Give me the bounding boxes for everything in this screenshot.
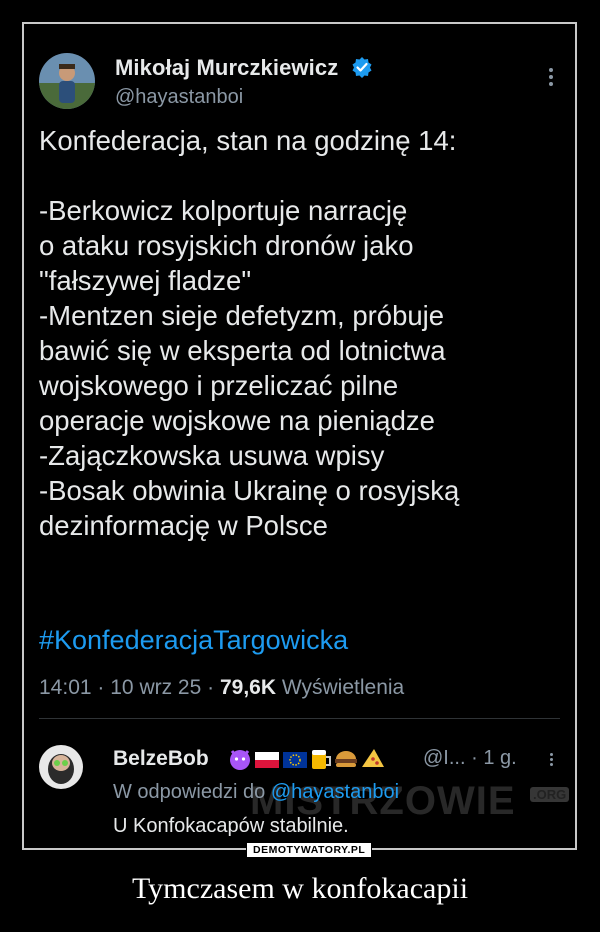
eu-flag-icon bbox=[283, 752, 307, 768]
tweet-screenshot: Mikołaj Murczkiewicz @hayastanboi Konfed… bbox=[25, 25, 574, 847]
meta-separator: · bbox=[471, 747, 478, 769]
tweet-line: -Bosak obwinia Ukrainę o rosyjską bbox=[39, 475, 460, 506]
tweet-date[interactable]: 10 wrz 25 bbox=[110, 676, 201, 699]
verified-badge-icon bbox=[351, 56, 373, 84]
tweet-line: dezinformację w Polsce bbox=[39, 510, 328, 541]
caption: Tymczasem w konfokacapii bbox=[131, 872, 469, 905]
tweet-line: -Zajączkowska usuwa wpisy bbox=[39, 440, 385, 471]
beer-emoji-icon bbox=[312, 750, 331, 769]
tweet-meta: 14:01 · 10 wrz 25 · 79,6K Wyświetlenia bbox=[39, 676, 404, 700]
tweet-text: Konfederacja, stan na godzinę 14: -Berko… bbox=[39, 123, 559, 543]
tweet-line: -Mentzen sieje defetyzm, próbuje bbox=[39, 300, 445, 331]
tweet-line bbox=[39, 158, 559, 193]
reply-more-options-icon[interactable] bbox=[548, 751, 554, 768]
more-options-icon[interactable] bbox=[548, 65, 554, 89]
author-avatar[interactable] bbox=[39, 53, 95, 109]
author-name[interactable]: Mikołaj Murczkiewicz bbox=[115, 55, 373, 84]
reply-to-link[interactable]: @hayastanboi bbox=[271, 781, 399, 803]
reply-time[interactable]: 1 g. bbox=[483, 747, 516, 769]
devil-emoji-icon bbox=[230, 750, 250, 770]
site-badge: DEMOTYWATORY.PL bbox=[246, 842, 373, 858]
reply-author-name[interactable]: BelzeBob bbox=[113, 747, 209, 771]
tweet-line: o ataku rosyjskich dronów jako bbox=[39, 230, 414, 261]
reply-avatar[interactable] bbox=[39, 745, 83, 789]
tweet-time[interactable]: 14:01 bbox=[39, 676, 92, 699]
author-name-text[interactable]: Mikołaj Murczkiewicz bbox=[115, 55, 338, 80]
reply-prefix: W odpowiedzi do bbox=[113, 781, 266, 803]
tweet-line: Konfederacja, stan na godzinę 14: bbox=[39, 125, 457, 156]
reply-context: W odpowiedzi do @hayastanboi bbox=[113, 781, 399, 804]
hashtag-link[interactable]: #KonfederacjaTargowicka bbox=[39, 625, 348, 656]
tweet-line: -Berkowicz kolportuje narrację bbox=[39, 195, 408, 226]
tweet-line: operacje wojskowe na pieniądze bbox=[39, 405, 435, 436]
tweet-line: bawić się w eksperta od lotnictwa bbox=[39, 335, 446, 366]
meta-separator: · bbox=[97, 676, 105, 699]
reply-meta: @I... · 1 g. bbox=[423, 747, 517, 770]
divider bbox=[39, 718, 560, 719]
burger-emoji-icon bbox=[335, 751, 357, 767]
reply-author-handle[interactable]: @I... bbox=[423, 747, 466, 769]
poland-flag-icon bbox=[255, 752, 279, 768]
meta-separator: · bbox=[207, 676, 215, 699]
watermark-org: .ORG bbox=[530, 787, 570, 802]
views-label: Wyświetlenia bbox=[281, 676, 405, 699]
pizza-emoji-icon bbox=[362, 749, 384, 767]
views-count: 79,6K bbox=[219, 676, 277, 699]
tweet-line: "fałszywej fladze" bbox=[39, 265, 252, 296]
author-handle[interactable]: @hayastanboi bbox=[115, 86, 243, 109]
reply-emoji-row bbox=[230, 749, 384, 770]
reply-text: U Konfokacapów stabilnie. bbox=[113, 815, 349, 837]
tweet-line: wojskowego i przeliczać pilne bbox=[39, 370, 399, 401]
